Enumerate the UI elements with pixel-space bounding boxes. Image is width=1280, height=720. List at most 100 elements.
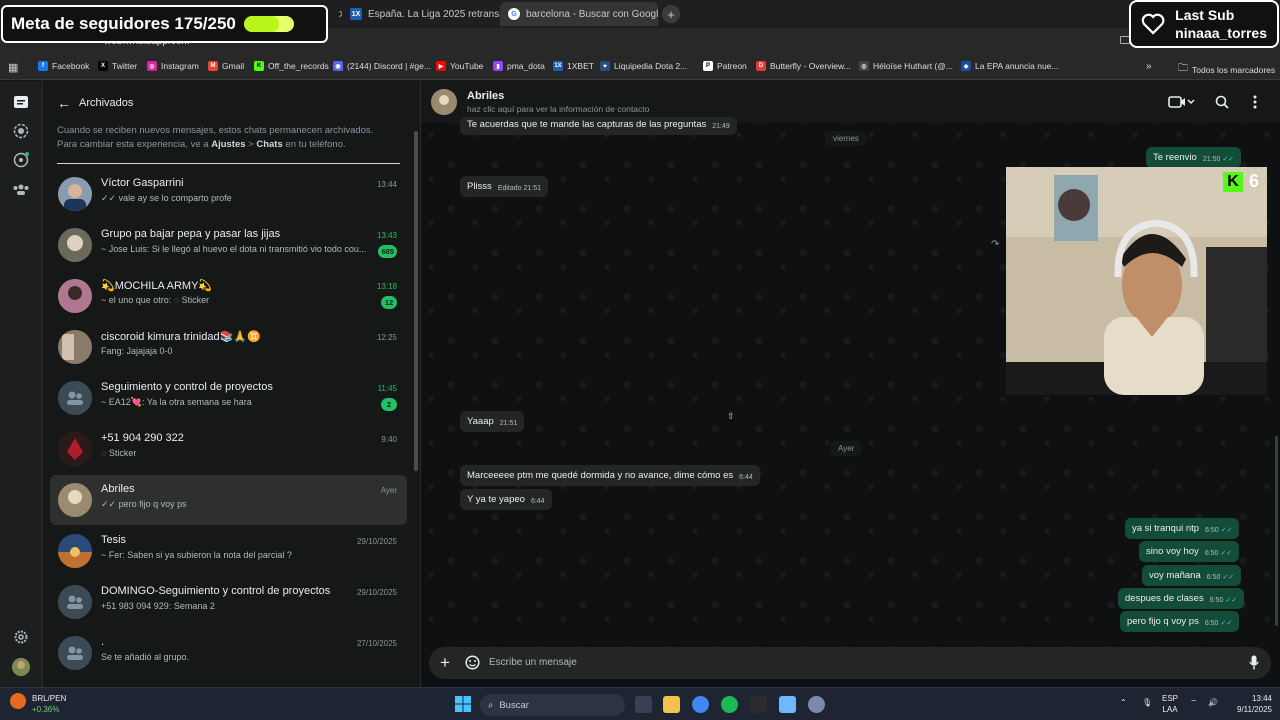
chat-item-selected[interactable]: Abriles ✓✓ pero fijo q voy ps Ayer: [50, 475, 407, 525]
task-view-icon[interactable]: [635, 696, 652, 713]
group-avatar: [58, 381, 92, 415]
chevron-up-icon[interactable]: ⌃: [1120, 697, 1127, 708]
message-outgoing[interactable]: pero fijo q voy ps 6:50 ✓✓: [1120, 611, 1240, 632]
chat-item[interactable]: Víctor Gasparrini ✓✓ vale ay se lo compa…: [50, 169, 407, 219]
chat-item[interactable]: 💫MOCHILA ARMY💫 ~ el uno que otro: ◌ Stic…: [50, 271, 407, 321]
obs-icon[interactable]: [750, 696, 767, 713]
spotify-icon[interactable]: [721, 696, 738, 713]
bookmark-instagram[interactable]: ◎ Instagram: [147, 61, 199, 71]
notepad-icon[interactable]: [779, 696, 796, 713]
search-icon[interactable]: [1214, 94, 1230, 110]
message-outgoing[interactable]: Te reenvio 21:50 ✓✓: [1146, 147, 1242, 168]
settings-gear-icon[interactable]: [808, 696, 825, 713]
bookmark-heloise[interactable]: ◎ Héloïse Huthart (@...: [859, 61, 953, 71]
microphone-icon[interactable]: 🎙: [1142, 697, 1152, 708]
wifi-icon[interactable]: ⌔: [1190, 697, 1198, 708]
chat-item[interactable]: . Se te añadió al grupo. 27/10/2025: [50, 628, 407, 678]
last-sub-title: Last Sub: [1175, 7, 1235, 23]
windows-start-icon[interactable]: [455, 696, 471, 715]
message-outgoing[interactable]: despues de clases 6:50 ✓✓: [1118, 588, 1245, 609]
new-tab-button[interactable]: +: [662, 5, 680, 23]
1xbet-icon: 1X: [553, 61, 563, 71]
message-incoming[interactable]: Plisss Editado 21:51: [460, 176, 549, 197]
message-incoming[interactable]: Te acuerdas que te mande las capturas de…: [460, 117, 737, 135]
file-explorer-icon[interactable]: [663, 696, 680, 713]
video-call-icon[interactable]: [1167, 94, 1197, 110]
avatar: [58, 432, 92, 466]
chat-item[interactable]: ciscoroid kimura trinidad📚🙏♊ Fang: Jajaj…: [50, 322, 407, 372]
bookmark-twitter[interactable]: X Twitter: [98, 61, 137, 71]
bookmark-butterfly[interactable]: D Butterfly - Overview...: [756, 61, 851, 71]
contact-name[interactable]: Abriles: [467, 90, 504, 102]
message-incoming[interactable]: Y ya te yapeo 6:44: [460, 489, 552, 510]
more-bookmarks-icon[interactable]: »: [1146, 61, 1152, 72]
archived-header: ← Archivados: [57, 95, 133, 111]
menu-dots-icon[interactable]: [1247, 94, 1263, 110]
message-input[interactable]: Escribe un mensaje: [489, 657, 577, 668]
bookmark-discord[interactable]: ◉ (2144) Discord | #ge...: [333, 61, 431, 71]
bookmark-gmail[interactable]: M Gmail: [208, 61, 244, 71]
tab-title: barcelona - Buscar con Google: [526, 8, 658, 20]
channels-icon[interactable]: [12, 151, 30, 169]
read-check-icon: ✓✓: [1220, 550, 1233, 557]
message-incoming[interactable]: Yaaap 21:51: [460, 411, 525, 432]
avatar: [58, 279, 92, 313]
discord-icon: ◉: [333, 61, 343, 71]
sidebar-scrollbar[interactable]: [414, 131, 418, 471]
message-incoming[interactable]: Marceeeee ptm me quedé dormida y no avan…: [460, 465, 760, 486]
bookmark-youtube[interactable]: ▶ YouTube: [436, 61, 483, 71]
avatar: [58, 534, 92, 568]
tab-google[interactable]: G barcelona - Buscar con Google ✕: [500, 2, 658, 26]
chrome-icon[interactable]: [692, 696, 709, 713]
sticker-icon[interactable]: [465, 655, 480, 673]
communities-icon[interactable]: [12, 180, 30, 198]
avatar: [58, 483, 92, 517]
bookmark-off-the-records[interactable]: K Off_the_records: [254, 61, 329, 71]
currency-widget[interactable]: BRL/PEN +0.36%: [32, 693, 66, 715]
chat-scrollbar[interactable]: [1275, 436, 1278, 626]
chat-item[interactable]: Tesis ~ Fer: Saben si ya subieron la not…: [50, 526, 407, 576]
message-composer[interactable]: + Escribe un mensaje: [429, 647, 1271, 679]
currency-widget-icon[interactable]: [10, 693, 26, 709]
chat-item[interactable]: Grupo pa bajar pepa y pasar las jijas ~ …: [50, 220, 407, 270]
archived-title: Archivados: [79, 97, 134, 109]
bookmark-liquipedia[interactable]: ✦ Liquipedia Dota 2...: [600, 61, 687, 71]
webcam-overlay: K 6: [1006, 167, 1267, 395]
language-indicator[interactable]: ESP LAA: [1162, 693, 1178, 715]
unread-badge: 685: [378, 245, 397, 258]
chats-icon[interactable]: [12, 93, 30, 111]
back-arrow-icon[interactable]: ←: [57, 95, 71, 111]
tab-laliga[interactable]: 1X España. La Liga 2025 retransmi ✕: [342, 2, 500, 26]
heart-icon: [1141, 13, 1165, 35]
twitch-icon: ▮: [493, 61, 503, 71]
microphone-icon[interactable]: [1249, 655, 1259, 673]
bookmark-pma-dota[interactable]: ▮ pma_dota: [493, 61, 545, 71]
google-favicon-icon: G: [508, 8, 520, 20]
clock[interactable]: 13:44 9/11/2025: [1226, 693, 1272, 715]
read-check-icon: ✓✓: [1222, 156, 1235, 163]
taskbar-search[interactable]: ⌕ Buscar: [480, 694, 625, 716]
volume-icon[interactable]: 🔊: [1208, 697, 1218, 708]
settings-gear-icon[interactable]: [12, 628, 30, 646]
attach-plus-icon[interactable]: +: [440, 653, 450, 673]
youtube-icon: ▶: [436, 61, 446, 71]
status-icon[interactable]: [12, 122, 30, 140]
goal-label: Meta de seguidores 175/250: [11, 14, 236, 33]
forward-icon[interactable]: ↷: [991, 239, 999, 250]
contact-info-hint[interactable]: haz clic aquí para ver la información de…: [467, 104, 649, 114]
chat-item[interactable]: +51 904 290 322 ◌ Sticker 9:40: [50, 424, 407, 474]
contact-avatar[interactable]: [431, 89, 457, 115]
chat-item[interactable]: Seguimiento y control de proyectos ~ EA1…: [50, 373, 407, 423]
apps-grid-icon[interactable]: ▦: [8, 61, 18, 74]
profile-avatar[interactable]: [12, 658, 30, 676]
1xbet-favicon-icon: 1X: [350, 8, 362, 20]
message-outgoing[interactable]: ya si tranqui ntp 6:50 ✓✓: [1125, 518, 1240, 539]
chat-item[interactable]: DOMINGO-Seguimiento y control de proyect…: [50, 577, 407, 627]
bookmark-patreon[interactable]: P Patreon: [703, 61, 747, 71]
all-bookmarks-folder[interactable]: 🗀 Todos los marcadores: [1178, 61, 1275, 78]
bookmark-epa[interactable]: ◆ La EPA anuncia nue...: [961, 61, 1059, 71]
bookmark-1xbet[interactable]: 1X 1XBET: [553, 61, 594, 71]
message-outgoing[interactable]: sino voy hoy 6:50 ✓✓: [1139, 541, 1240, 562]
bookmark-facebook[interactable]: f Facebook: [38, 61, 89, 71]
message-outgoing[interactable]: voy mañana 6:50 ✓✓: [1142, 565, 1242, 586]
